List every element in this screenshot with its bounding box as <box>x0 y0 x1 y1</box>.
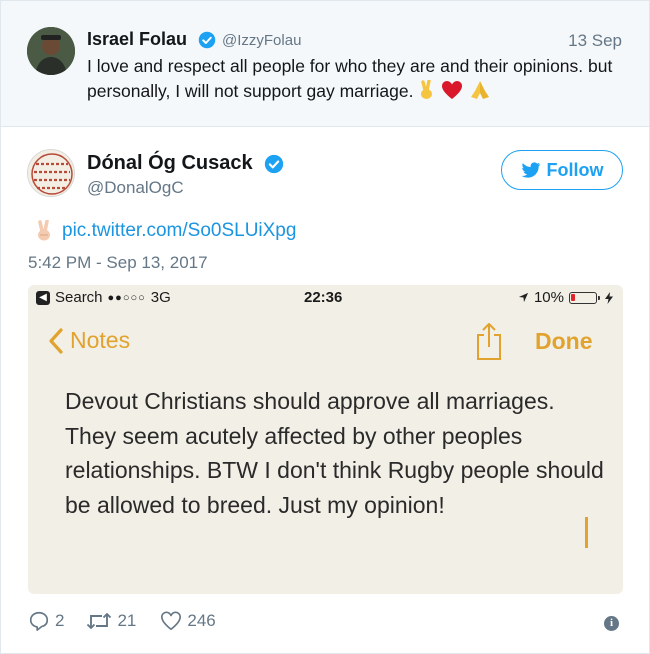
reply-button[interactable]: 2 <box>28 610 64 632</box>
share-icon[interactable] <box>474 321 504 361</box>
status-bar-right: 10% <box>518 289 613 306</box>
quoted-date[interactable]: 13 Sep <box>568 31 622 51</box>
heart-icon <box>161 611 182 631</box>
quoted-tweet-body: I love and respect all people for who th… <box>87 56 613 101</box>
follow-button[interactable]: Follow <box>501 150 623 190</box>
red-heart-emoji-icon <box>442 81 463 99</box>
verified-badge-icon <box>198 31 216 49</box>
battery-percent: 10% <box>533 289 564 306</box>
battery-icon <box>569 291 600 304</box>
done-button[interactable]: Done <box>535 328 593 355</box>
avatar[interactable] <box>27 149 75 197</box>
quoted-author-handle[interactable]: @IzzyFolau <box>222 32 301 49</box>
folded-hands-emoji-icon <box>471 81 490 99</box>
notes-screenshot[interactable]: ◀ Search ●●○○○ 3G 22:36 10% Notes Done D… <box>28 285 623 594</box>
reply-icon <box>29 611 49 631</box>
back-arrow-icon: ◀ <box>36 290 50 305</box>
avatar[interactable] <box>27 27 75 75</box>
victory-hand-emoji-icon <box>421 80 433 99</box>
info-icon[interactable]: i <box>604 616 619 631</box>
retweet-button[interactable]: 21 <box>86 610 136 632</box>
tweet-actions: 2 21 246 <box>28 610 216 632</box>
pic-link[interactable]: pic.twitter.com/So0SLUiXpg <box>62 220 296 242</box>
verified-badge-icon <box>264 154 284 174</box>
quoted-author-name[interactable]: Israel Folau <box>87 29 187 50</box>
tweet-timestamp[interactable]: 5:42 PM - Sep 13, 2017 <box>28 253 208 273</box>
signal-strength-icon: ●●○○○ <box>107 291 146 304</box>
like-count: 246 <box>187 611 216 630</box>
victory-hand-emoji-icon <box>38 220 50 241</box>
notes-back-button[interactable]: Notes <box>48 327 130 354</box>
network-type: 3G <box>150 289 171 306</box>
twitter-bird-icon <box>521 161 540 178</box>
retweet-count: 21 <box>117 611 137 630</box>
author-handle[interactable]: @DonalOgC <box>87 178 184 198</box>
like-button[interactable]: 246 <box>160 610 216 632</box>
status-time: 22:36 <box>304 289 343 306</box>
text-cursor <box>585 517 588 548</box>
media-link-row: pic.twitter.com/So0SLUiXpg <box>34 220 296 242</box>
chevron-left-icon <box>49 327 63 354</box>
charging-bolt-icon <box>605 291 613 304</box>
follow-label: Follow <box>546 159 604 180</box>
ios-status-bar: ◀ Search ●●○○○ 3G 22:36 10% <box>28 285 623 311</box>
status-back-label: Search <box>55 289 103 306</box>
note-body-text[interactable]: Devout Christians should approve all mar… <box>65 384 605 522</box>
quoted-tweet-text: I love and respect all people for who th… <box>87 54 632 104</box>
status-bar-left: ◀ Search ●●○○○ 3G <box>36 289 171 306</box>
notes-back-label: Notes <box>70 327 131 353</box>
quoted-tweet[interactable]: Israel Folau @IzzyFolau 13 Sep I love an… <box>0 0 650 127</box>
author-name[interactable]: Dónal Óg Cusack <box>87 152 253 175</box>
location-arrow-icon <box>518 292 529 303</box>
reply-count: 2 <box>55 611 65 630</box>
main-tweet[interactable]: Dónal Óg Cusack @DonalOgC Follow pic.twi… <box>0 127 650 654</box>
retweet-icon <box>87 613 112 629</box>
